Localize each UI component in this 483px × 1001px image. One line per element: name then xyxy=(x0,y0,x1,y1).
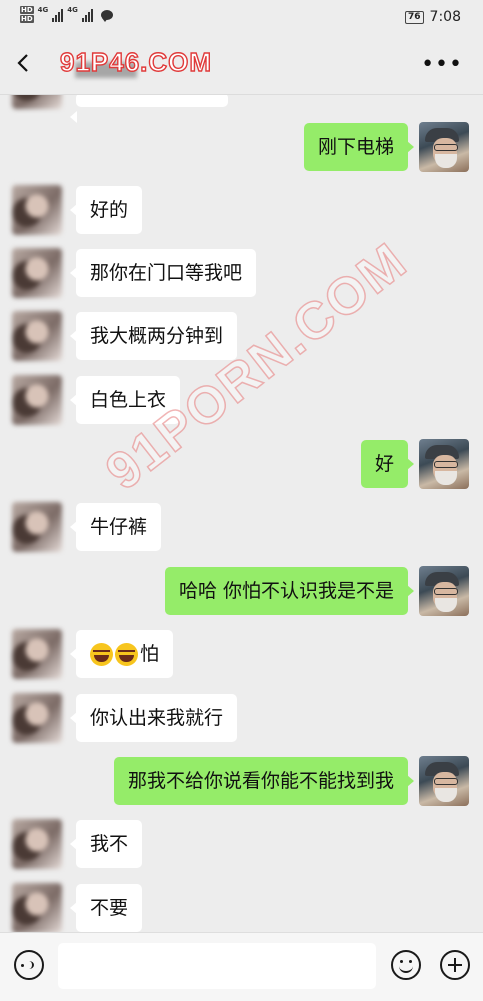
message-row: 好的 xyxy=(0,185,483,235)
message-bubble-outgoing[interactable]: 刚下电梯 xyxy=(303,123,415,171)
message-row: 牛仔裤 xyxy=(0,502,483,552)
message-text: 怕 xyxy=(140,643,160,665)
message-row: 那我不给你说看你能不能找到我 xyxy=(0,756,483,806)
message-bubble-incoming[interactable]: 你认出来我就行 xyxy=(69,694,238,742)
message-input[interactable] xyxy=(58,943,376,989)
status-right: 76 7:08 xyxy=(405,9,461,25)
message-bubble-incoming[interactable]: 白色上衣 xyxy=(69,376,181,424)
hd-indicator: HD HD xyxy=(20,6,34,24)
message-row: 你认出来我就行 xyxy=(0,693,483,743)
message-bubble-outgoing[interactable]: 好 xyxy=(360,440,415,488)
smiley-icon[interactable] xyxy=(391,950,421,980)
contact-avatar[interactable] xyxy=(12,693,62,743)
message-row: 好 xyxy=(0,439,483,489)
clock: 7:08 xyxy=(429,9,461,25)
my-avatar[interactable] xyxy=(419,122,469,172)
message-bubble-incoming[interactable]: 我不 xyxy=(69,820,143,868)
hd-badge-2: HD xyxy=(20,15,34,23)
contact-avatar[interactable] xyxy=(12,883,62,932)
message-bubble-incoming[interactable]: 怕 xyxy=(69,630,174,678)
message-notification-icon xyxy=(100,10,113,22)
voice-icon[interactable] xyxy=(14,950,44,980)
message-bubble-incoming[interactable]: 我大概两分钟到 xyxy=(69,312,238,360)
network-type-2: 4G xyxy=(67,6,78,14)
message-bubble-incoming[interactable] xyxy=(70,95,228,123)
message-bubble-incoming[interactable]: 好的 xyxy=(69,186,143,234)
message-row: 我大概两分钟到 xyxy=(0,311,483,361)
message-row: 刚下电梯 xyxy=(0,122,483,172)
message-row: 怕 xyxy=(0,629,483,679)
message-row xyxy=(0,95,483,123)
network-type-1: 4G xyxy=(37,6,49,14)
message-bubble-incoming[interactable]: 不要 xyxy=(69,884,143,932)
contact-avatar[interactable] xyxy=(12,375,62,425)
contact-avatar[interactable] xyxy=(12,629,62,679)
chat-header: 91P46.COM ••• xyxy=(0,36,483,95)
message-row: 我不 xyxy=(0,819,483,869)
message-row: 不要 xyxy=(0,883,483,932)
my-avatar[interactable] xyxy=(419,566,469,616)
battery-indicator: 76 xyxy=(405,10,424,24)
message-row: 哈哈 你怕不认识我是不是 xyxy=(0,566,483,616)
tears-of-joy-emoji xyxy=(90,642,113,666)
contact-avatar[interactable] xyxy=(12,248,62,298)
message-bubble-outgoing[interactable]: 那我不给你说看你能不能找到我 xyxy=(113,757,415,805)
message-bubble-incoming[interactable]: 牛仔裤 xyxy=(69,503,162,551)
message-bubble-incoming[interactable]: 那你在门口等我吧 xyxy=(69,249,257,297)
signal-icon-2 xyxy=(81,8,93,22)
my-avatar[interactable] xyxy=(419,756,469,806)
contact-avatar[interactable] xyxy=(12,311,62,361)
status-bar: HD HD 4G 4G 76 7:08 xyxy=(0,0,483,36)
contact-avatar[interactable] xyxy=(12,819,62,869)
more-dots-icon[interactable]: ••• xyxy=(421,52,463,77)
status-left: HD HD 4G 4G xyxy=(20,6,113,24)
watermark-logo: 91P46.COM xyxy=(59,46,213,77)
contact-avatar[interactable] xyxy=(12,502,62,552)
chevron-left-icon[interactable] xyxy=(12,50,38,76)
message-row: 那你在门口等我吧 xyxy=(0,248,483,298)
contact-avatar[interactable] xyxy=(12,185,62,235)
message-bubble-outgoing[interactable]: 哈哈 你怕不认识我是不是 xyxy=(164,567,415,615)
contact-avatar[interactable] xyxy=(12,95,62,109)
plus-icon[interactable] xyxy=(440,950,470,980)
message-row: 白色上衣 xyxy=(0,375,483,425)
signal-icon xyxy=(52,8,64,22)
hd-badge-1: HD xyxy=(20,6,34,14)
message-list[interactable]: 刚下电梯 好的 那你在门口等我吧 我大概两分钟到 白色上衣 好 牛仔裤 哈哈 你… xyxy=(0,95,483,932)
input-bar xyxy=(0,932,483,1001)
tears-of-joy-emoji xyxy=(115,642,138,666)
my-avatar[interactable] xyxy=(419,439,469,489)
